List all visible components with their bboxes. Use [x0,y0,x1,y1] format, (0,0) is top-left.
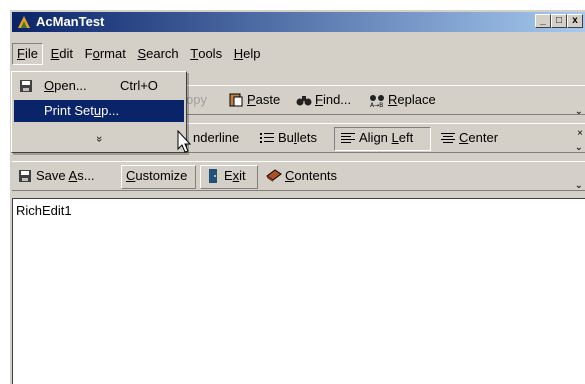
editor-content: RichEdit1 [16,203,72,218]
exit-door-icon [209,169,217,183]
align-left-icon [341,133,355,143]
align-left-label: Align Left [340,129,413,147]
find-button[interactable]: Find... [296,91,351,109]
help-book-icon [266,169,282,182]
close-button[interactable]: x [567,14,583,28]
minimize-button[interactable]: _ [535,14,551,28]
window-title: AcManTest [36,14,105,29]
chevron-down-icon[interactable]: ⌄ [575,142,583,153]
maximize-button[interactable]: □ [551,14,567,28]
menu-search[interactable]: Search [133,44,182,64]
menu-tools[interactable]: Tools [186,44,226,64]
customize-label: Customize [126,168,188,183]
save-icon [19,170,31,182]
bullets-icon [260,133,274,143]
center-button[interactable]: Center [440,129,498,147]
app-icon [18,16,30,28]
replace-icon: A→B [370,95,384,108]
menu-edit[interactable]: Edit [47,44,77,64]
menu-file[interactable]: File [12,43,43,65]
chevron-down-icon[interactable]: ⌄ [575,106,583,117]
svg-text:A→B: A→B [370,102,383,108]
title-bar[interactable]: AcManTest _ □ x [12,12,585,32]
menu-expand-chevron[interactable]: » [89,54,109,224]
save-as-button[interactable]: Save As... [17,167,95,185]
rich-edit[interactable]: RichEdit1 [12,198,585,384]
paste-button[interactable]: Paste [228,91,280,109]
chevron-down-icon[interactable]: ⌄ [575,180,583,191]
mouse-cursor-icon [177,130,192,153]
replace-button[interactable]: A→B Replace [369,91,436,109]
underline-button[interactable]: nderline [193,129,239,147]
exit-label: Exit [205,167,246,185]
align-center-icon [441,133,455,143]
close-band-icon[interactable]: × [577,128,583,139]
file-menu-dropdown: Open... Ctrl+O Print Setup... » [11,71,187,153]
copy-button[interactable]: opy [186,91,207,109]
bullets-button[interactable]: Bullets [259,129,317,147]
contents-button[interactable]: Contents [266,167,337,185]
save-icon [20,80,32,92]
paste-icon [229,93,243,107]
shortcut-open: Ctrl+O [120,78,158,93]
menu-help[interactable]: Help [230,44,265,64]
binoculars-icon [296,96,312,106]
